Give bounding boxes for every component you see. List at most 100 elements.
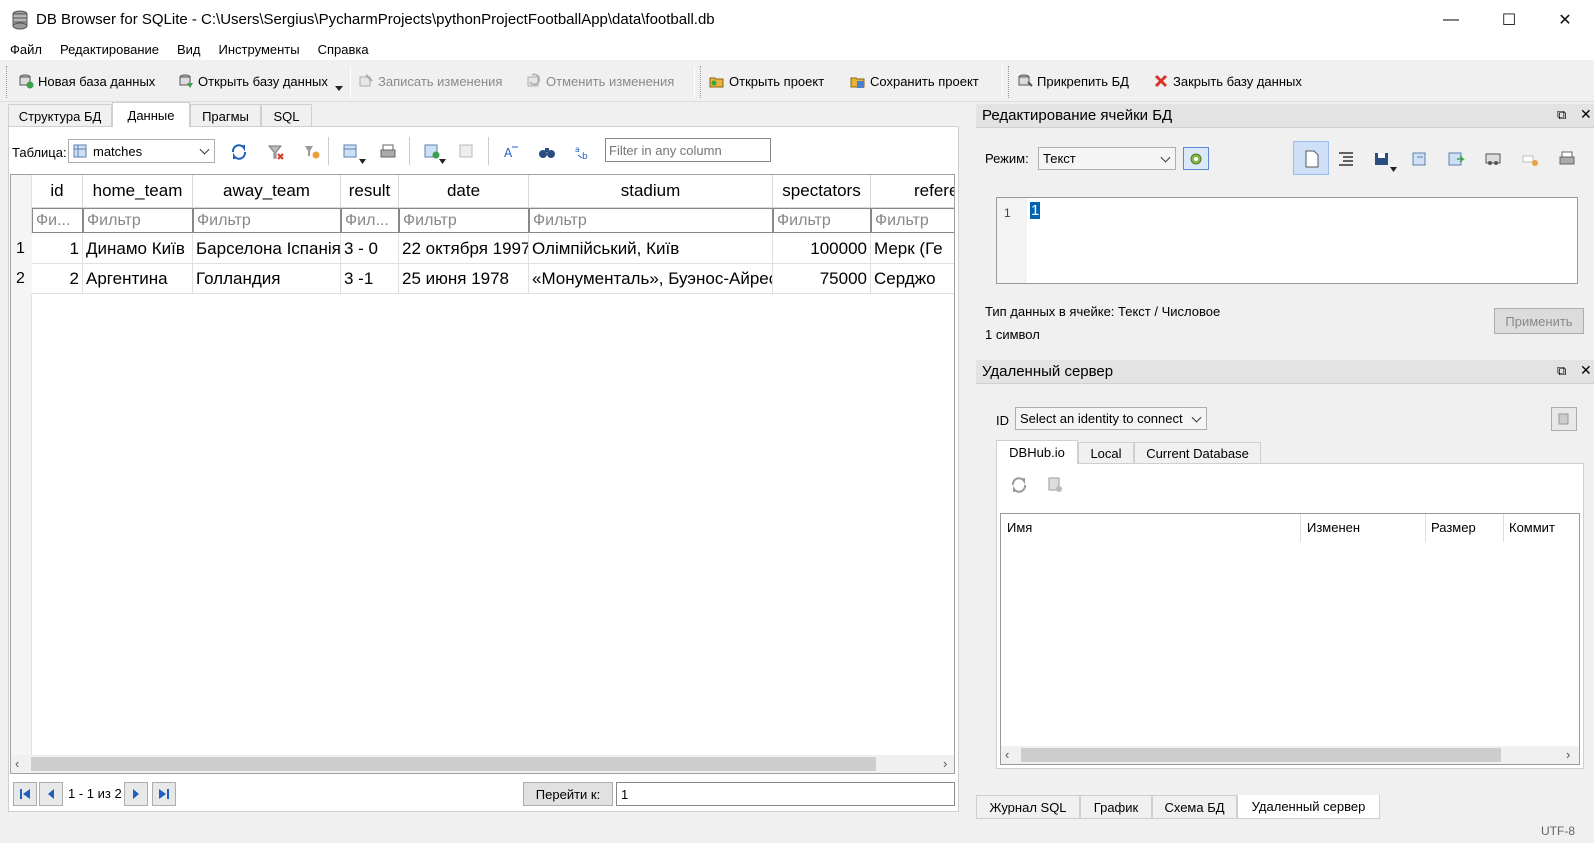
filter-home-team[interactable]: Фильтр (83, 208, 193, 233)
open-database-dropdown-icon[interactable] (335, 86, 343, 92)
word-wrap-icon[interactable] (1484, 150, 1502, 168)
table-cell[interactable]: Серджо (871, 264, 954, 294)
close-dock-icon[interactable]: ✕ (1580, 106, 1592, 123)
scroll-left-icon[interactable]: ‹ (15, 756, 19, 771)
table-cell[interactable]: Барселона Іспанія (193, 234, 341, 264)
column-header-modified[interactable]: Изменен (1307, 520, 1360, 535)
table-cell[interactable]: Аргентина (83, 264, 193, 294)
indent-icon[interactable] (1337, 150, 1355, 168)
column-header-stadium[interactable]: stadium (529, 175, 773, 208)
print-icon[interactable] (379, 143, 397, 161)
find-replace-icon[interactable]: ab (574, 143, 592, 161)
toolbar-grip[interactable] (700, 66, 703, 98)
tab-dbhub[interactable]: DBHub.io (996, 440, 1078, 464)
table-cell[interactable]: 100000 (773, 234, 871, 264)
close-database-button[interactable]: Закрыть базу данных (1153, 70, 1302, 92)
toolbar-grip[interactable] (6, 66, 9, 98)
filter-referee[interactable]: Фильтр (871, 208, 954, 233)
filter-stadium[interactable]: Фильтр (529, 208, 773, 233)
tab-current-database[interactable]: Current Database (1134, 442, 1261, 464)
identity-selector[interactable]: Select an identity to connect (1015, 407, 1207, 430)
remote-config-button[interactable] (1551, 407, 1577, 431)
column-header-size[interactable]: Размер (1431, 520, 1476, 535)
row-number[interactable]: 1 (11, 234, 32, 264)
column-header-referee[interactable]: referee (871, 175, 954, 208)
row-number[interactable]: 2 (11, 264, 32, 294)
auto-switch-mode-button[interactable] (1183, 147, 1209, 170)
last-page-button[interactable] (152, 782, 176, 806)
mode-selector[interactable]: Текст (1038, 147, 1176, 170)
tab-remote[interactable]: Удаленный сервер (1237, 795, 1380, 819)
minimize-button[interactable]: — (1422, 0, 1480, 40)
highlight-icon[interactable] (1521, 150, 1539, 168)
global-filter-input[interactable] (605, 138, 771, 162)
table-cell[interactable]: 75000 (773, 264, 871, 294)
save-project-button[interactable]: Сохранить проект (850, 70, 979, 92)
table-cell[interactable]: 22 октября 1997 (399, 234, 529, 264)
column-header-id[interactable]: id (32, 175, 83, 208)
filter-away-team[interactable]: Фильтр (193, 208, 341, 233)
tab-browse-data[interactable]: Данные (112, 102, 190, 127)
export-icon[interactable] (1410, 150, 1428, 168)
tab-local[interactable]: Local (1078, 442, 1134, 464)
refresh-icon[interactable] (1010, 476, 1028, 494)
revert-changes-button[interactable]: Отменить изменения (526, 70, 674, 92)
dropdown-arrow-icon[interactable] (359, 159, 366, 164)
column-header-away-team[interactable]: away_team (193, 175, 341, 208)
dropdown-arrow-icon[interactable] (439, 159, 446, 164)
maximize-button[interactable]: ☐ (1480, 0, 1538, 40)
write-changes-button[interactable]: Записать изменения (358, 70, 502, 92)
filter-date[interactable]: Фильтр (399, 208, 529, 233)
tab-db-schema[interactable]: Схема БД (1152, 795, 1237, 819)
close-window-button[interactable]: ✕ (1536, 0, 1594, 40)
close-dock-icon[interactable]: ✕ (1580, 362, 1592, 379)
open-project-button[interactable]: Открыть проект (709, 70, 824, 92)
text-mode-button[interactable] (1293, 141, 1329, 175)
save-filter-icon[interactable] (303, 143, 321, 161)
column-header-name[interactable]: Имя (1007, 520, 1032, 535)
scroll-left-icon[interactable]: ‹ (1005, 747, 1009, 762)
menu-help[interactable]: Справка (308, 40, 377, 60)
previous-page-button[interactable] (39, 782, 63, 806)
binoculars-icon[interactable] (538, 143, 556, 161)
horizontal-scrollbar[interactable]: ‹ › (11, 755, 954, 773)
table-cell[interactable]: Динамо Київ (83, 234, 193, 264)
undock-icon[interactable]: ⧉ (1557, 363, 1566, 379)
refresh-icon[interactable] (230, 143, 248, 161)
set-null-icon[interactable] (1447, 150, 1465, 168)
column-header-date[interactable]: date (399, 175, 529, 208)
tab-sql-log[interactable]: Журнал SQL (976, 795, 1080, 819)
print-icon[interactable] (1558, 150, 1576, 168)
tab-plot[interactable]: График (1080, 795, 1152, 819)
table-cell[interactable]: Олімпійський, Київ (529, 234, 773, 264)
column-header-result[interactable]: result (341, 175, 399, 208)
menu-edit[interactable]: Редактирование (50, 40, 167, 60)
table-cell[interactable]: Голландия (193, 264, 341, 294)
table-cell[interactable]: 3 -1 (341, 264, 399, 294)
menu-tools[interactable]: Инструменты (209, 40, 308, 60)
menu-file[interactable]: Файл (0, 40, 50, 60)
clone-database-icon[interactable] (1046, 476, 1064, 494)
goto-input[interactable]: 1 (616, 782, 955, 806)
new-database-button[interactable]: Новая база данных (18, 70, 155, 92)
attach-database-button[interactable]: Прикрепить БД (1017, 70, 1129, 92)
apply-button[interactable]: Применить (1494, 308, 1584, 334)
filter-result[interactable]: Фил... (341, 208, 399, 233)
tab-pragmas[interactable]: Прагмы (190, 104, 261, 127)
horizontal-scrollbar[interactable]: ‹ › (1001, 746, 1579, 764)
column-header-commit[interactable]: Коммит (1509, 520, 1555, 535)
dropdown-arrow-icon[interactable] (1390, 167, 1397, 172)
table-cell[interactable]: 2 (32, 264, 83, 294)
column-header-spectators[interactable]: spectators (773, 175, 871, 208)
table-selector[interactable]: matches (68, 139, 215, 163)
delete-record-icon[interactable] (458, 143, 476, 161)
cell-editor-content[interactable]: 1 (1030, 202, 1041, 219)
scrollbar-thumb[interactable] (31, 757, 876, 771)
cell-editor[interactable]: 1 1 (996, 197, 1578, 284)
table-cell[interactable]: «Монументаль», Буэнос-Айрес (529, 264, 773, 294)
undock-icon[interactable]: ⧉ (1557, 107, 1566, 123)
import-icon[interactable] (1373, 150, 1391, 168)
tab-sql[interactable]: SQL (261, 104, 312, 127)
print-setup-icon[interactable] (342, 143, 360, 161)
tab-db-structure[interactable]: Структура БД (8, 104, 112, 127)
